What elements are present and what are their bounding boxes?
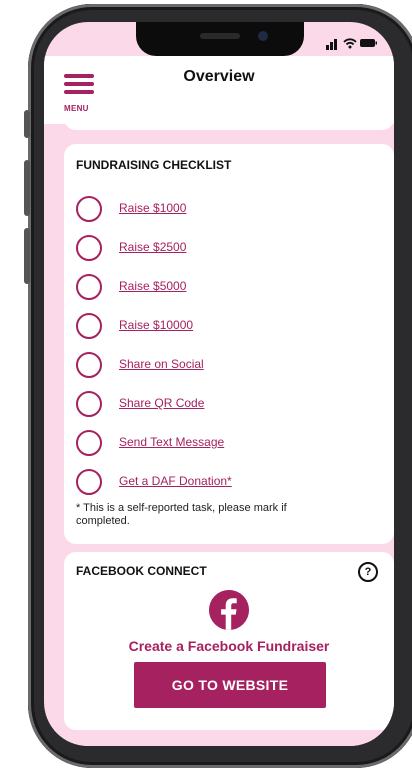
page-title: Overview [183, 68, 255, 85]
previous-card [64, 114, 394, 130]
facebook-connect-title: FACEBOOK CONNECT [76, 564, 207, 578]
checkbox-circle[interactable] [76, 430, 102, 456]
facebook-connect-card: FACEBOOK CONNECT ? Create a Facebook Fun… [64, 552, 394, 730]
checklist-item-link[interactable]: Raise $5000 [119, 279, 186, 293]
checkbox-circle[interactable] [76, 313, 102, 339]
checklist-item-link[interactable]: Get a DAF Donation* [119, 474, 232, 488]
checklist-item[interactable]: Share on Social [76, 352, 376, 378]
checkbox-circle[interactable] [76, 196, 102, 222]
self-reported-note: * This is a self-reported task, please m… [76, 502, 287, 527]
phone-side-button [24, 110, 30, 138]
checklist-item[interactable]: Share QR Code [76, 391, 376, 417]
checkbox-circle[interactable] [76, 235, 102, 261]
facebook-icon [209, 590, 249, 630]
hamburger-icon [64, 90, 94, 94]
checklist-item-link[interactable]: Share on Social [119, 357, 204, 371]
help-icon[interactable]: ? [358, 562, 378, 582]
notch [136, 22, 304, 56]
status-bar-icons [326, 38, 377, 50]
checkbox-circle[interactable] [76, 469, 102, 495]
facebook-fundraiser-caption: Create a Facebook Fundraiser [128, 638, 330, 654]
checklist-item-link[interactable]: Share QR Code [119, 396, 204, 410]
checklist-item-link[interactable]: Raise $10000 [119, 318, 193, 332]
checklist-item[interactable]: Raise $10000 [76, 313, 376, 339]
go-to-website-button[interactable]: GO TO WEBSITE [134, 662, 326, 708]
checklist-item[interactable]: Get a DAF Donation* [76, 469, 376, 495]
checklist-item[interactable]: Raise $1000 [76, 196, 376, 222]
checkbox-circle[interactable] [76, 274, 102, 300]
checklist-item[interactable]: Raise $5000 [76, 274, 376, 300]
checklist-title: FUNDRAISING CHECKLIST [76, 158, 232, 172]
speaker [200, 33, 240, 39]
camera [258, 31, 268, 41]
phone-side-button [24, 228, 30, 284]
menu-label: MENU [64, 104, 89, 113]
checklist-item-link[interactable]: Raise $1000 [119, 201, 186, 215]
checkbox-circle[interactable] [76, 391, 102, 417]
bottom-area [44, 730, 394, 746]
checklist-item-link[interactable]: Send Text Message [119, 435, 224, 449]
phone-side-button [24, 160, 30, 216]
screen: MENU Overview FUNDRAISING CHECKLIST Rais… [44, 22, 394, 746]
checklist-item-link[interactable]: Raise $2500 [119, 240, 186, 254]
fundraising-checklist-card: FUNDRAISING CHECKLIST Raise $1000 Raise … [64, 144, 394, 544]
checklist-item[interactable]: Raise $2500 [76, 235, 376, 261]
checklist-item[interactable]: Send Text Message [76, 430, 376, 456]
checkbox-circle[interactable] [76, 352, 102, 378]
